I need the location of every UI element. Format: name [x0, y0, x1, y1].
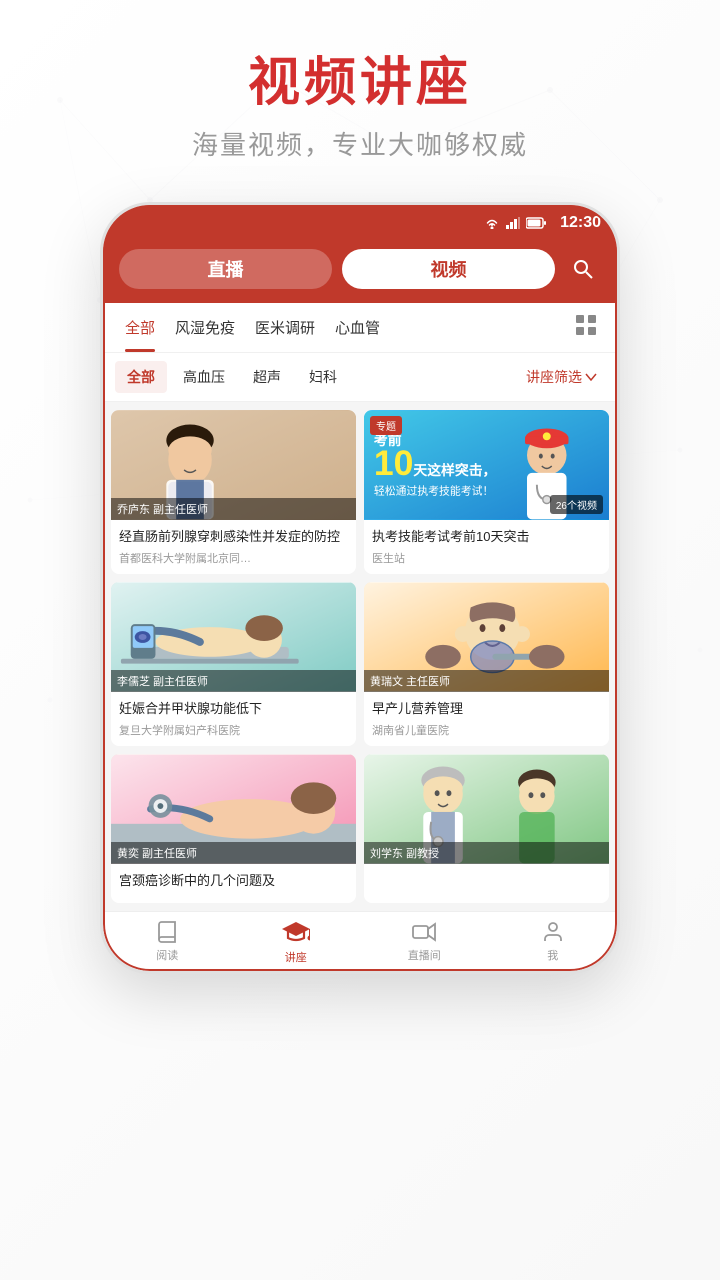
cat-tab-all[interactable]: 全部 — [115, 303, 165, 352]
video-thumb-1: 乔庐东 副主任医师 — [111, 410, 356, 520]
search-button[interactable] — [565, 251, 601, 287]
video-source-3: 复旦大学附属妇产科医院 — [119, 722, 348, 738]
nav-item-read[interactable]: 阅读 — [103, 920, 232, 963]
battery-icon — [526, 217, 546, 229]
phone-frame: 12:30 直播 视频 全部 风湿免疫 医米调研 心血管 — [100, 202, 620, 974]
video-thumb-3: 李儒芝 副主任医师 — [111, 582, 356, 692]
video-title-4: 早产儿营养管理 — [372, 700, 601, 718]
video-card-2[interactable]: 考前 10 天这样突击， 轻松通过执考技能考试！ 专题 26个视频 执考技能考试… — [364, 410, 609, 574]
doctor-label-6: 刘学东 副教授 — [364, 842, 609, 864]
nav-label-me: 我 — [547, 947, 558, 963]
video-info-3: 妊娠合并甲状腺功能低下 复旦大学附属妇产科医院 — [111, 692, 356, 746]
doctor-label-3: 李儒芝 副主任医师 — [111, 670, 356, 692]
video-title-1: 经直肠前列腺穿刺感染性并发症的防控 — [119, 528, 348, 546]
page-subtitle: 海量视频，专业大咖够权威 — [192, 125, 528, 162]
content-area: 乔庐东 副主任医师 经直肠前列腺穿刺感染性并发症的防控 首都医科大学附属北京同… — [103, 402, 617, 911]
video-source-4: 湖南省儿童医院 — [372, 722, 601, 738]
video-thumb-4: 黄瑞文 主任医师 — [364, 582, 609, 692]
video-grid: 乔庐东 副主任医师 经直肠前列腺穿刺感染性并发症的防控 首都医科大学附属北京同… — [103, 402, 617, 911]
doctor-label-1: 乔庐东 副主任医师 — [111, 498, 356, 520]
bottom-nav: 阅读 讲座 直播间 我 — [103, 911, 617, 971]
svg-text:天这样突击，: 天这样突击， — [413, 462, 496, 478]
page-title: 视频讲座 — [192, 40, 528, 115]
video-title-2: 执考技能考试考前10天突击 — [372, 528, 601, 546]
video-info-1: 经直肠前列腺穿刺感染性并发症的防控 首都医科大学附属北京同… — [111, 520, 356, 574]
nav-label-live: 直播间 — [408, 947, 441, 963]
cat-tab-survey[interactable]: 医米调研 — [245, 303, 325, 352]
video-source-1: 首都医科大学附属北京同… — [119, 550, 348, 566]
video-card-3[interactable]: 李儒芝 副主任医师 妊娠合并甲状腺功能低下 复旦大学附属妇产科医院 — [111, 582, 356, 746]
video-info-2: 执考技能考试考前10天突击 医生站 — [364, 520, 609, 574]
video-source-2: 医生站 — [372, 550, 601, 566]
main-category-tabs: 全部 风湿免疫 医米调研 心血管 — [103, 303, 617, 353]
status-bar: 12:30 — [103, 205, 617, 241]
video-icon — [412, 920, 436, 944]
top-nav: 直播 视频 — [103, 241, 617, 303]
cat-tab-cardio[interactable]: 心血管 — [325, 303, 390, 352]
badge-count-2: 26个视频 — [550, 495, 603, 514]
video-card-4[interactable]: 黄瑞文 主任医师 早产儿营养管理 湖南省儿童医院 — [364, 582, 609, 746]
tab-live[interactable]: 直播 — [119, 249, 332, 289]
svg-text:轻松通过执考技能考试！: 轻松通过执考技能考试！ — [374, 484, 493, 498]
tab-video[interactable]: 视频 — [342, 249, 555, 289]
sub-tab-all[interactable]: 全部 — [115, 361, 167, 393]
sub-tab-ultra[interactable]: 超声 — [241, 361, 293, 393]
video-thumb-2: 考前 10 天这样突击， 轻松通过执考技能考试！ 专题 26个视频 — [364, 410, 609, 520]
page-header: 视频讲座 海量视频，专业大咖够权威 — [192, 0, 528, 182]
nav-item-me[interactable]: 我 — [489, 920, 618, 963]
video-info-4: 早产儿营养管理 湖南省儿童医院 — [364, 692, 609, 746]
nav-item-live[interactable]: 直播间 — [360, 920, 489, 963]
book-icon — [155, 920, 179, 944]
cat-more-button[interactable] — [567, 306, 605, 350]
nav-item-lecture[interactable]: 讲座 — [232, 918, 361, 965]
cat-tab-rheum[interactable]: 风湿免疫 — [165, 303, 245, 352]
nav-label-lecture: 讲座 — [285, 949, 307, 965]
video-info-6 — [364, 864, 609, 884]
sub-tab-hyper[interactable]: 高血压 — [171, 361, 237, 393]
video-card-1[interactable]: 乔庐东 副主任医师 经直肠前列腺穿刺感染性并发症的防控 首都医科大学附属北京同… — [111, 410, 356, 574]
video-thumb-6: 刘学东 副教授 — [364, 754, 609, 864]
signal-icon — [506, 217, 520, 229]
doctor-label-5: 黄奕 副主任医师 — [111, 842, 356, 864]
badge-special-2: 专题 — [370, 416, 402, 435]
sub-tab-gyn[interactable]: 妇科 — [297, 361, 349, 393]
wifi-icon — [484, 217, 500, 229]
search-icon — [573, 259, 593, 279]
filter-button[interactable]: 讲座筛选 — [518, 363, 605, 391]
sub-category-tabs: 全部 高血压 超声 妇科 讲座筛选 — [103, 353, 617, 402]
video-thumb-5: 黄奕 副主任医师 — [111, 754, 356, 864]
status-time: 12:30 — [560, 214, 601, 232]
nav-label-read: 阅读 — [156, 947, 178, 963]
status-icons: 12:30 — [484, 214, 601, 232]
user-icon — [541, 920, 565, 944]
svg-text:10: 10 — [374, 443, 414, 483]
chevron-down-icon — [585, 373, 597, 381]
video-card-5[interactable]: 黄奕 副主任医师 宫颈癌诊断中的几个问题及 — [111, 754, 356, 902]
video-card-6[interactable]: 刘学东 副教授 — [364, 754, 609, 902]
video-title-3: 妊娠合并甲状腺功能低下 — [119, 700, 348, 718]
video-title-5: 宫颈癌诊断中的几个问题及 — [119, 872, 348, 890]
doctor-label-4: 黄瑞文 主任医师 — [364, 670, 609, 692]
video-info-5: 宫颈癌诊断中的几个问题及 — [111, 864, 356, 902]
lecture-icon — [282, 918, 310, 946]
